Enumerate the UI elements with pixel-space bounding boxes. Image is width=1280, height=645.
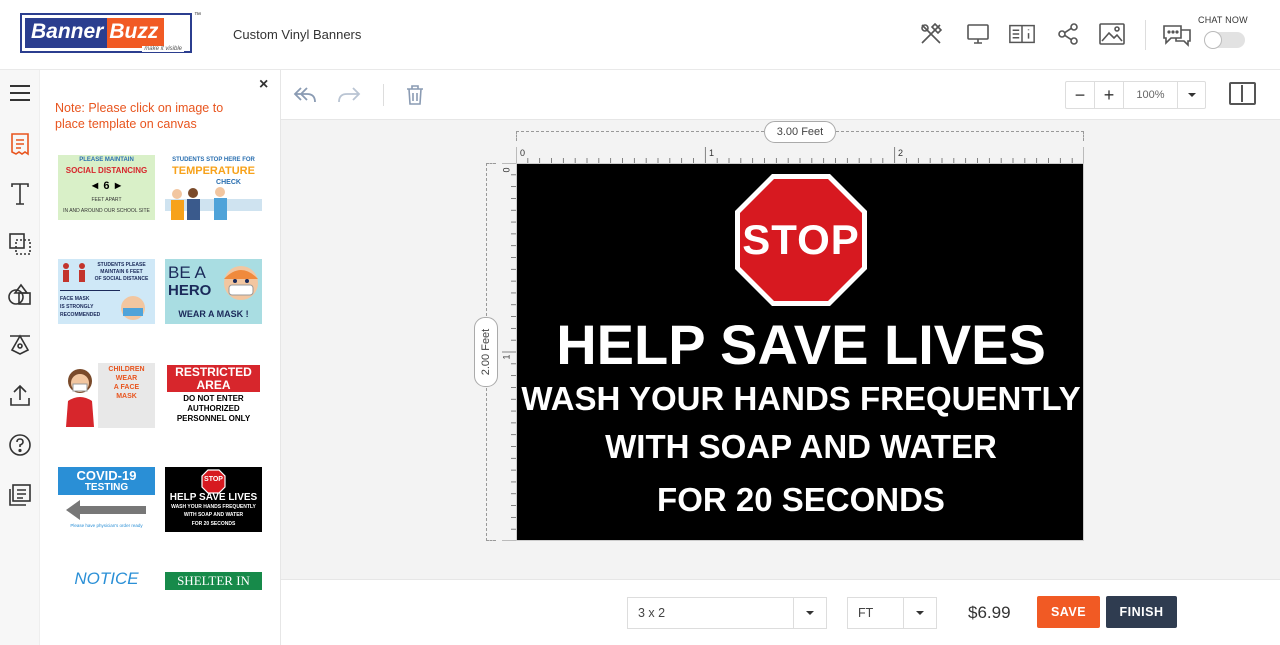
price: $6.99 [968,603,1011,622]
unit-value: FT [858,606,874,620]
ruler-h-label: 0 [520,148,526,158]
horizontal-ruler [516,147,1084,163]
template-be-a-hero[interactable]: BE A HERO WEAR A MASK ! [165,259,262,324]
ruler-v-label: 0 [501,167,512,173]
zoom-dropdown[interactable] [1178,82,1205,108]
left-arrow-icon [66,500,146,520]
height-label-text: 2.00 Feet [480,328,493,376]
template-maintain-distance[interactable]: STUDENTS PLEASE MAINTAIN 6 FEET OF SOCIA… [58,259,155,324]
image-icon[interactable] [1098,20,1126,48]
clipart-icon[interactable] [6,331,34,359]
text-icon[interactable] [6,180,34,208]
help-icon[interactable] [6,431,34,459]
masked-child-illustration [224,266,258,300]
toggle-knob [1204,31,1222,49]
subline-2-text[interactable]: WITH SOAP AND WATER [517,428,1085,466]
ruler-h-label: 1 [709,148,715,158]
chat-toggle[interactable] [1204,31,1245,49]
unit-select[interactable]: FT [847,597,937,629]
people-illustration [165,187,262,220]
preview-icon[interactable] [964,20,992,48]
banner-canvas[interactable]: STOP HELP SAVE LIVES WASH YOUR HANDS FRE… [516,163,1084,541]
vertical-ruler [502,163,516,541]
panel-note: Note: Please click on image to place tem… [55,101,224,131]
zoom-control: − + 100% [1065,81,1206,109]
left-tool-rail [0,70,40,645]
chat-icon[interactable] [1160,20,1194,48]
headline-text[interactable]: HELP SAVE LIVES [517,312,1085,377]
page-title: Custom Vinyl Banners [233,27,362,42]
design-tools-icon[interactable] [917,20,945,48]
brand-logo[interactable]: Banner Buzz make it visible [20,13,192,53]
width-label: 3.00 Feet [764,121,836,143]
logo-text-banner: Banner [25,18,108,48]
templates-icon[interactable] [6,130,34,158]
chat-now-label: CHAT NOW [1198,15,1248,25]
ruler-h-label: 2 [898,148,904,158]
size-select[interactable]: 3 x 2 [627,597,827,629]
template-social-distancing[interactable]: PLEASE MAINTAIN SOCIAL DISTANCING ◄ 6 ► … [58,155,155,220]
logo-trademark: ™ [194,12,201,19]
subline-3-text[interactable]: FOR 20 SECONDS [517,481,1085,519]
undo-icon[interactable] [292,82,318,108]
subline-1-text[interactable]: WASH YOUR HANDS FREQUENTLY [517,380,1085,418]
top-header: Banner Buzz make it visible ™ Custom Vin… [0,0,1280,70]
finish-button[interactable]: FINISH [1106,596,1177,628]
template-help-save-lives[interactable]: STOP HELP SAVE LIVES WASH YOUR HANDS FRE… [165,467,262,532]
notes-icon[interactable] [6,481,34,509]
toolbar-divider [383,84,384,106]
logo-text-buzz: Buzz [107,18,165,48]
template-children-wear-mask[interactable]: CHILDREN WEAR A FACE MASK [58,363,155,428]
share-icon[interactable] [1054,20,1082,48]
zoom-level: 100% [1124,82,1178,108]
people-illustration [63,263,85,282]
template-notice[interactable]: NOTICE [58,569,155,591]
canvas-toolbar: − + 100% [281,70,1280,120]
design-workspace: 3.00 Feet 2.00 Feet 0 1 2 0 1 STOP HELP … [281,120,1280,579]
upload-icon[interactable] [6,381,34,409]
close-panel-button[interactable]: × [259,76,268,94]
header-divider [1145,20,1146,50]
specs-icon[interactable] [1008,20,1036,48]
chevron-down-icon [793,598,826,628]
redo-icon[interactable] [336,82,362,108]
divider [60,290,120,291]
shapes-icon[interactable] [6,281,34,309]
template-shelter-in-place[interactable]: SHELTER IN [165,572,262,590]
zoom-out-button[interactable]: − [1066,82,1095,108]
trash-icon[interactable] [402,82,428,108]
zoom-in-button[interactable]: + [1095,82,1124,108]
chevron-down-icon [903,598,936,628]
ruler-v-label: 1 [501,354,512,360]
size-value: 3 x 2 [638,606,666,620]
layers-icon[interactable] [6,230,34,258]
template-restricted-area[interactable]: RESTRICTED AREA DO NOT ENTER AUTHORIZED … [165,363,262,428]
girl-mask-illustration [66,369,94,427]
mask-face-illustration [121,296,145,320]
logo-tagline: make it visible [142,46,184,52]
menu-icon[interactable] [6,79,34,107]
templates-panel: × Note: Please click on image to place t… [40,70,281,645]
bottom-bar: 3 x 2 FT $6.99 SAVE FINISH [281,579,1280,645]
toggle-panel-icon[interactable] [1229,82,1256,105]
template-covid-testing[interactable]: COVID-19 TESTING Please have physician's… [58,467,155,532]
save-button[interactable]: SAVE [1037,596,1100,628]
stop-text[interactable]: STOP [732,216,870,264]
height-label: 2.00 Feet [474,317,498,387]
chevron-down-icon [1187,93,1196,97]
template-temperature-check[interactable]: STUDENTS STOP HERE FOR TEMPERATURE CHECK [165,155,262,220]
